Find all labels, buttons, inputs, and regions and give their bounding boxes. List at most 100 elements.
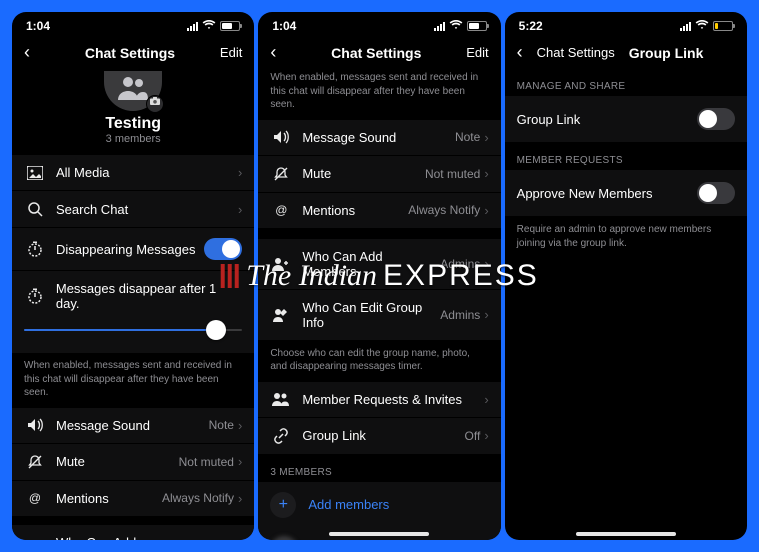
- edit-button[interactable]: Edit: [220, 45, 242, 60]
- edit-button[interactable]: Edit: [466, 45, 488, 60]
- back-button[interactable]: ‹: [270, 42, 286, 63]
- members-header: 3 MEMBERS: [258, 455, 500, 482]
- nav-title: Chat Settings: [40, 45, 220, 61]
- status-time: 5:22: [519, 19, 543, 33]
- disappearing-row[interactable]: Disappearing Messages: [12, 228, 254, 271]
- wifi-icon: [449, 20, 463, 33]
- mute-value: Not muted: [179, 455, 234, 469]
- bell-off-icon: [270, 166, 292, 182]
- edit-info-perm-row[interactable]: Who Can Edit Group Info Admins ›: [258, 290, 500, 341]
- screenshot-chat-settings-top: 1:04 ‹ Chat Settings Edit: [12, 12, 254, 540]
- group-link-label: Group Link: [517, 112, 697, 127]
- disappearing-label: Disappearing Messages: [56, 242, 204, 257]
- home-indicator: [329, 532, 429, 536]
- chevron-right-icon: ›: [238, 202, 242, 217]
- signal-icon: [187, 22, 198, 31]
- mute-label: Mute: [56, 454, 179, 469]
- camera-icon[interactable]: [146, 95, 164, 113]
- approve-toggle-row[interactable]: Approve New Members: [505, 170, 747, 217]
- battery-icon: [467, 21, 487, 31]
- expire-slider[interactable]: [24, 321, 242, 339]
- group-members-count: 3 members: [12, 133, 254, 145]
- add-members-perm-row[interactable]: Who Can Add Members Admins ›: [258, 239, 500, 290]
- mentions-value: Always Notify: [162, 491, 234, 505]
- add-members-label: Who Can Add Members: [302, 249, 440, 279]
- group-link-toggle[interactable]: [697, 108, 735, 130]
- bell-off-icon: [24, 454, 46, 470]
- chevron-right-icon: ›: [238, 454, 242, 469]
- sound-row[interactable]: Message Sound Note ›: [258, 120, 500, 156]
- link-icon: [270, 428, 292, 444]
- wifi-icon: [695, 20, 709, 33]
- chevron-right-icon: ›: [484, 166, 488, 181]
- timer-icon: [24, 241, 46, 257]
- battery-icon: [713, 21, 733, 31]
- sound-value: Note: [455, 130, 480, 144]
- nav-bar: ‹ Chat Settings Group Link: [505, 32, 747, 69]
- sound-row[interactable]: Message Sound Note ›: [12, 408, 254, 444]
- battery-icon: [220, 21, 240, 31]
- mentions-label: Mentions: [56, 491, 162, 506]
- all-media-label: All Media: [56, 165, 238, 180]
- status-time: 1:04: [272, 19, 296, 33]
- mentions-row[interactable]: @ Mentions Always Notify ›: [12, 481, 254, 517]
- search-chat-row[interactable]: Search Chat ›: [12, 191, 254, 228]
- approve-toggle[interactable]: [697, 182, 735, 204]
- signal-icon: [434, 22, 445, 31]
- all-media-row[interactable]: All Media ›: [12, 155, 254, 191]
- approve-label: Approve New Members: [517, 186, 697, 201]
- signal-icon: [680, 22, 691, 31]
- avatar: [270, 536, 298, 541]
- add-members-row[interactable]: + Add members: [258, 482, 500, 528]
- chevron-right-icon: ›: [484, 428, 488, 443]
- status-time: 1:04: [26, 19, 50, 33]
- mute-row[interactable]: Mute Not muted ›: [258, 156, 500, 193]
- back-button[interactable]: ‹: [517, 42, 533, 63]
- nav-title: Chat Settings: [286, 45, 466, 61]
- at-icon: @: [270, 203, 292, 217]
- screenshot-chat-settings-scrolled: 1:04 ‹ Chat Settings Edit When enabled, …: [258, 12, 500, 540]
- back-label[interactable]: Chat Settings: [537, 45, 615, 60]
- group-link-toggle-row[interactable]: Group Link: [505, 96, 747, 143]
- wifi-icon: [202, 20, 216, 33]
- edit-info-label: Who Can Edit Group Info: [302, 300, 440, 330]
- chevron-right-icon: ›: [238, 418, 242, 433]
- add-members-label: Who Can Add Members: [56, 535, 194, 541]
- expire-label: Messages disappear after 1 day.: [56, 281, 242, 311]
- people-icon: [116, 76, 150, 100]
- group-avatar[interactable]: [104, 71, 162, 111]
- sound-label: Message Sound: [56, 418, 209, 433]
- add-people-icon: [270, 257, 292, 271]
- sound-label: Message Sound: [302, 130, 455, 145]
- add-members-value: Admins: [440, 257, 480, 271]
- disappear-footer: When enabled, messages sent and received…: [12, 353, 254, 408]
- member-requests-row[interactable]: Member Requests & Invites ›: [258, 382, 500, 418]
- search-chat-label: Search Chat: [56, 202, 238, 217]
- people-icon: [270, 392, 292, 406]
- chevron-right-icon: ›: [484, 256, 488, 271]
- disappear-footer: When enabled, messages sent and received…: [258, 69, 500, 120]
- chevron-right-icon: ›: [484, 307, 488, 322]
- mentions-label: Mentions: [302, 203, 408, 218]
- back-button[interactable]: ‹: [24, 42, 40, 63]
- requests-label: Member Requests & Invites: [302, 392, 484, 407]
- mute-label: Mute: [302, 166, 425, 181]
- plus-icon: +: [270, 492, 296, 518]
- mute-value: Not muted: [425, 167, 480, 181]
- status-bar: 1:04: [12, 12, 254, 32]
- group-header: Testing 3 members: [12, 69, 254, 155]
- mute-row[interactable]: Mute Not muted ›: [12, 444, 254, 481]
- group-link-value: Off: [465, 429, 481, 443]
- add-members-perm-row[interactable]: Who Can Add Members Admins ›: [12, 525, 254, 541]
- chevron-right-icon: ›: [484, 130, 488, 145]
- chevron-right-icon: ›: [238, 491, 242, 506]
- section-requests-header: MEMBER REQUESTS: [505, 143, 747, 170]
- mentions-row[interactable]: @ Mentions Always Notify ›: [258, 193, 500, 229]
- group-link-row[interactable]: Group Link Off ›: [258, 418, 500, 455]
- status-bar: 1:04: [258, 12, 500, 32]
- disappearing-toggle[interactable]: [204, 238, 242, 260]
- search-icon: [24, 201, 46, 217]
- screenshot-group-link: 5:22 ‹ Chat Settings Group Link MANAGE A…: [505, 12, 747, 540]
- add-members-label: Add members: [308, 497, 389, 512]
- speaker-icon: [270, 130, 292, 144]
